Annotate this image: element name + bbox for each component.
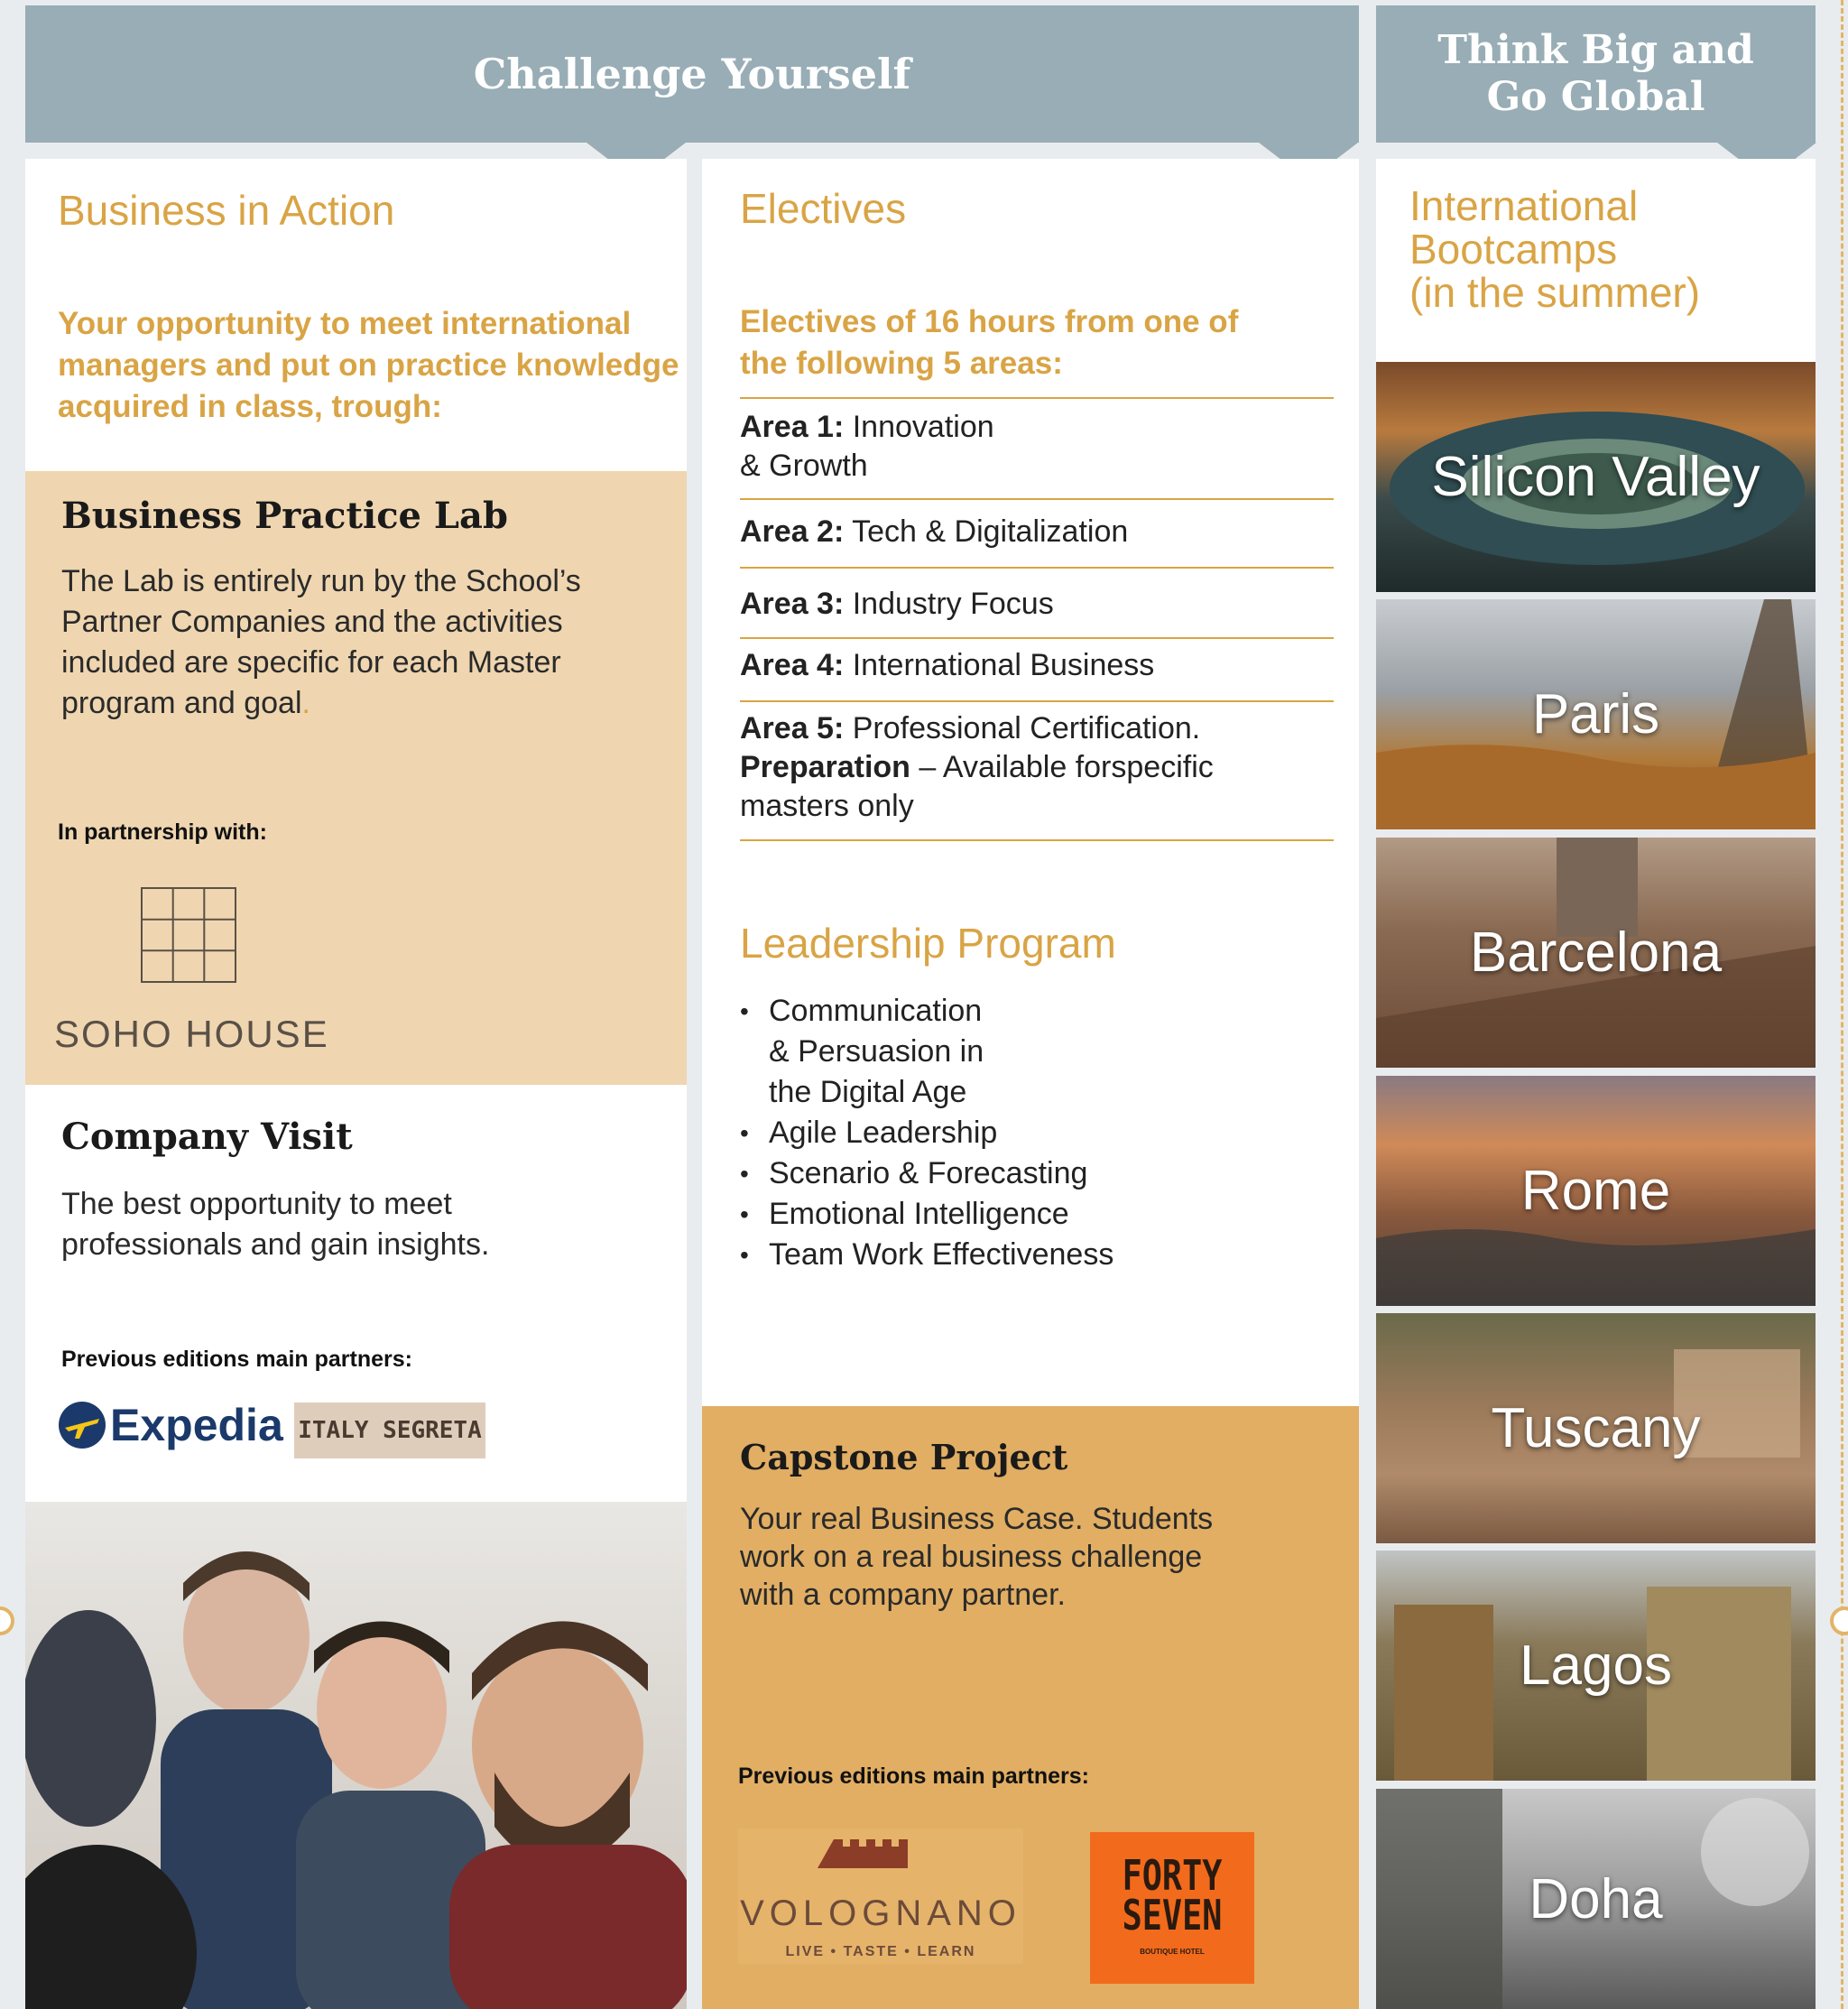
forty-seven-line2: SEVEN [1122, 1891, 1223, 1940]
city-card-tuscany[interactable]: Tuscany [1376, 1313, 1816, 1543]
capstone-text: Your real Business Case. Students work o… [740, 1502, 1214, 1612]
area-2-label: Area 2: [740, 514, 845, 549]
area-row-3: Area 3: Industry Focus [740, 585, 1334, 639]
italy-segreta-logo: ITALY SEGRETA [294, 1403, 485, 1458]
electives-title: Electives [740, 185, 907, 232]
area-2-text: Tech & Digitalization [852, 514, 1129, 549]
area-row-4: Area 4: International Business [740, 646, 1334, 702]
business-in-action-title: Business in Action [58, 187, 395, 234]
city-card-lagos[interactable]: Lagos [1376, 1551, 1816, 1781]
dashed-guide-line [1841, 0, 1843, 2009]
area-5-text: Professional Certification. [852, 711, 1201, 745]
city-name: Barcelona [1469, 921, 1723, 984]
leadership-item: Communication & Persuasion in the Digital … [740, 991, 1299, 1113]
soho-house-logo [141, 887, 236, 983]
city-card-rome[interactable]: Rome [1376, 1076, 1816, 1306]
think-big-header: Think Big and Go Global [1376, 5, 1816, 143]
edge-marker-right [1830, 1606, 1848, 1635]
city-card-doha[interactable]: Doha [1376, 1789, 1816, 2009]
castle-icon [818, 1839, 908, 1868]
leadership-item: Agile Leadership [740, 1113, 1299, 1153]
electives-divider [740, 397, 1334, 399]
business-practice-lab-text: The Lab is entirely run by the School’s … [61, 561, 621, 724]
area-3-text: Industry Focus [852, 587, 1054, 621]
leadership-list: Communication & Persuasion in the Digital … [740, 991, 1299, 1275]
soho-house-wordmark: SOHO HOUSE [54, 1013, 329, 1055]
area-1-label: Area 1: [740, 410, 845, 444]
area-3-label: Area 3: [740, 587, 845, 621]
city-card-barcelona[interactable]: Barcelona [1376, 838, 1816, 1068]
bootcamps-title-line1: International [1409, 182, 1639, 229]
business-practice-lab-title: Business Practice Lab [61, 495, 508, 537]
city-name: Doha [1529, 1867, 1663, 1930]
partnership-label: In partnership with: [58, 819, 267, 845]
soho-house-grid-icon [141, 887, 236, 983]
lab-description: The Lab is entirely run by the School’s … [61, 564, 581, 720]
area-4-text: International Business [852, 648, 1155, 682]
capstone-partners-label: Previous editions main partners: [738, 1764, 1089, 1789]
bootcamps-title-line2: Bootcamps [1409, 226, 1618, 273]
students-illustration [25, 1551, 687, 2009]
area-row-1: Area 1: Innovation & Growth [740, 408, 1334, 500]
expedia-logo: Expedia [58, 1397, 283, 1453]
leadership-item: Team Work Effectiveness [740, 1235, 1299, 1275]
area-4-label: Area 4: [740, 648, 845, 682]
city-name: Silicon Valley [1431, 446, 1760, 508]
area-5-text-2: – Available forspecific [919, 750, 1214, 784]
electives-intro: Electives of 16 hours from one of the fo… [740, 304, 1239, 381]
edge-marker-left [0, 1606, 14, 1635]
expedia-wordmark: Expedia [110, 1400, 283, 1450]
think-big-line1: Think Big and [1437, 27, 1754, 73]
area-1-text-cont: & Growth [740, 449, 868, 483]
city-name: Paris [1531, 683, 1660, 745]
challenge-header-title: Challenge Yourself [473, 50, 911, 98]
leadership-item-text-cont: & Persuasion in [769, 1034, 984, 1069]
think-big-line2: Go Global [1486, 74, 1705, 120]
capstone-title: Capstone Project [740, 1437, 1068, 1477]
leadership-item: Scenario & Forecasting [740, 1153, 1299, 1194]
students-photo [25, 1502, 687, 2009]
area-5-text-3: masters only [740, 789, 914, 823]
leadership-item-text-cont: the Digital Age [769, 1075, 967, 1109]
city-card-silicon-valley[interactable]: Silicon Valley [1376, 362, 1816, 592]
leadership-program-title: Leadership Program [740, 920, 1116, 967]
forty-seven-small: BOUTIQUE HOTEL [1140, 1948, 1205, 1956]
city-name: Rome [1520, 1160, 1671, 1222]
volognano-wordmark: VOLOGNANO [740, 1893, 1021, 1933]
italy-segreta-wordmark: ITALY SEGRETA [298, 1417, 482, 1444]
company-visit-title: Company Visit [61, 1116, 353, 1158]
volognano-logo: VOLOGNANO LIVE • TASTE • LEARN [738, 1828, 1023, 1964]
expedia-plane-icon [59, 1402, 106, 1449]
city-card-paris[interactable]: Paris [1376, 599, 1816, 829]
business-in-action-intro: Your opportunity to meet international m… [58, 306, 679, 424]
city-name: Lagos [1520, 1634, 1672, 1697]
company-visit-partners-label: Previous editions main partners: [61, 1347, 412, 1372]
area-row-2: Area 2: Tech & Digitalization [740, 513, 1334, 569]
forty-seven-line1: FORTY [1122, 1851, 1223, 1900]
area-5-label: Area 5: [740, 711, 845, 745]
leadership-item: Emotional Intelligence [740, 1194, 1299, 1235]
volognano-tagline: LIVE • TASTE • LEARN [785, 1944, 976, 1959]
bootcamps-title-line3: (in the summer) [1409, 269, 1701, 316]
bootcamps-title: International Bootcamps (in the summer) [1409, 184, 1700, 314]
area-1-text: Innovation [852, 410, 994, 444]
city-name: Tuscany [1491, 1397, 1701, 1459]
area-row-5: Area 5: Professional Certification. Prep… [740, 709, 1334, 841]
forty-seven-logo: FORTY SEVEN BOUTIQUE HOTEL [1090, 1832, 1254, 1984]
lab-description-end: . [301, 686, 310, 720]
leadership-item-text: Communication [769, 994, 983, 1028]
area-5-label-2: Preparation [740, 750, 910, 784]
company-visit-text: The best opportunity to meet professiona… [61, 1187, 490, 1262]
challenge-header: Challenge Yourself [25, 5, 1359, 143]
